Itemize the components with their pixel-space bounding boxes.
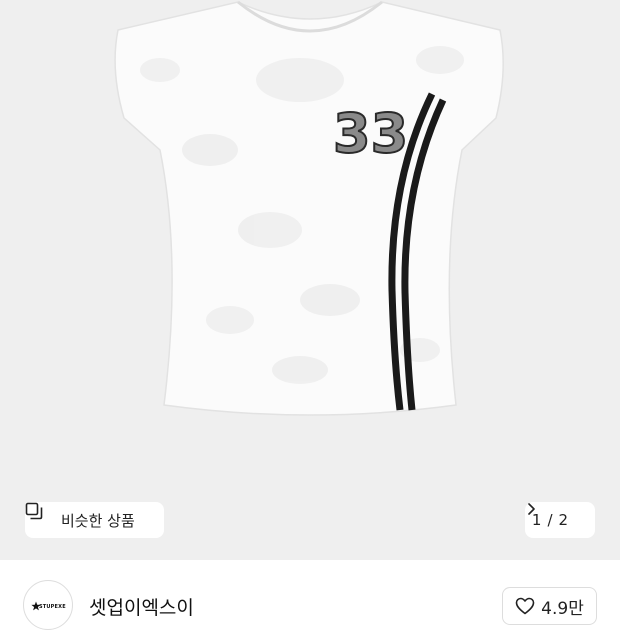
seller-logo-text: STUPEXE bbox=[39, 604, 66, 610]
pager-separator: / bbox=[547, 511, 553, 529]
similar-products-label: 비슷한 상품 bbox=[61, 511, 135, 530]
tshirt-illustration: 33 bbox=[114, 0, 504, 416]
seller-name[interactable]: 셋업이엑스이 bbox=[89, 593, 194, 620]
product-image[interactable]: 33 비슷한 상품 1 / 2 bbox=[0, 0, 620, 560]
pager-total: 2 bbox=[558, 511, 569, 529]
seller-avatar[interactable]: STUPEXE bbox=[23, 580, 73, 630]
svg-text:33: 33 bbox=[333, 102, 408, 165]
chevron-right-icon bbox=[528, 503, 588, 527]
heart-outline-icon bbox=[515, 597, 535, 615]
similar-products-button[interactable]: 비슷한 상품 bbox=[25, 502, 164, 538]
like-button[interactable]: 4.9만 bbox=[502, 587, 597, 625]
like-count: 4.9만 bbox=[541, 598, 584, 619]
image-pager[interactable]: 1 / 2 bbox=[525, 502, 595, 538]
seller-bar: STUPEXE 셋업이엑스이 4.9만 bbox=[0, 560, 620, 630]
similar-items-icon bbox=[25, 502, 53, 529]
